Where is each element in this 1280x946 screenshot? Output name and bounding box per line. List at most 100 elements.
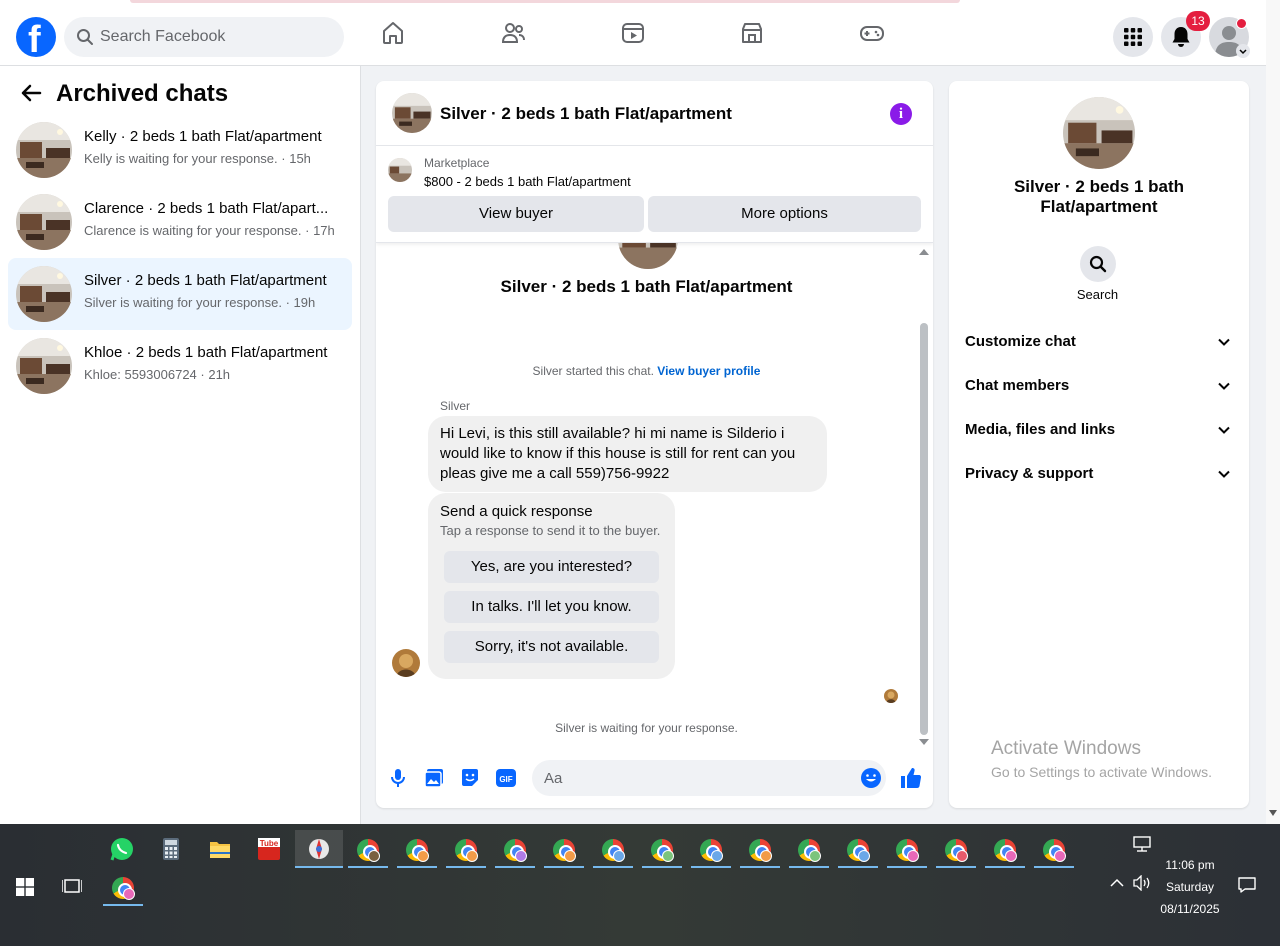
chevron-up-icon[interactable] [1110,878,1124,888]
taskbar-chrome-13[interactable] [936,830,976,868]
conversation-panel: Silver · 2 beds 1 bath Flat/apartment i … [376,81,933,808]
sender-avatar[interactable] [392,649,420,677]
conversation-avatar[interactable] [392,93,432,133]
chat-item-silver[interactable]: Silver · 2 beds 1 bath Flat/apartment Si… [8,258,352,330]
listing-price-title[interactable]: $800 - 2 beds 1 bath Flat/apartment [424,174,631,189]
scroll-up-arrow[interactable] [919,249,929,255]
account-chevron-icon[interactable] [1236,44,1250,58]
system-clock[interactable]: 11:06 pm Saturday 08/11/2025 [1150,854,1230,920]
listing-thumbnail [16,338,72,394]
microphone-icon[interactable] [387,767,409,789]
menu-button[interactable] [1113,17,1153,57]
photo-icon[interactable] [423,767,445,789]
taskbar-active-app[interactable] [295,830,343,868]
search-box[interactable] [64,17,344,57]
view-buyer-profile-link[interactable]: View buyer profile [657,364,760,378]
conversation-intro-name: Silver · 2 beds 1 bath Flat/apartment [500,277,793,296]
chat-item-khloe[interactable]: Khloe · 2 beds 1 bath Flat/apartment Khl… [8,330,352,402]
conversation-intro-avatar [618,243,678,269]
svg-text:Tube: Tube [260,839,279,848]
taskbar-chrome-7[interactable] [642,830,682,868]
back-arrow-icon[interactable] [20,83,42,103]
message-composer: GIF [376,748,933,808]
quick-reply-not-available[interactable]: Sorry, it's not available. [444,631,659,663]
video-icon[interactable] [620,20,646,46]
volume-icon[interactable] [1132,875,1152,891]
scroll-down-arrow[interactable] [919,739,929,745]
view-buyer-button[interactable]: View buyer [388,196,644,232]
details-avatar[interactable] [1063,97,1135,169]
taskbar-chrome-12[interactable] [887,830,927,868]
chevron-down-icon [1218,338,1230,346]
chat-preview: Silver is waiting for your response. · 1… [84,295,316,310]
section-label: Privacy & support [965,465,1094,482]
marketplace-icon[interactable] [739,20,765,46]
details-name: Silver · 2 beds 1 bath Flat/apartment [1013,177,1185,216]
task-view-icon[interactable] [62,876,82,896]
marketplace-label: Marketplace [424,156,490,170]
chat-preview: Khloe: 5593006724 · 21h [84,367,231,382]
conversation-title[interactable]: Silver · 2 beds 1 bath Flat/apartment [440,104,732,124]
action-center-icon[interactable] [1238,876,1256,894]
taskbar-chrome-6[interactable] [593,830,633,868]
taskbar-chrome-9[interactable] [740,830,780,868]
search-in-conversation-button[interactable] [1080,246,1116,282]
gif-icon[interactable]: GIF [495,767,517,789]
home-icon[interactable] [380,20,406,46]
taskbar-chrome-3[interactable] [446,830,486,868]
profile-badge [711,850,723,862]
profile-badge [515,850,527,862]
top-navigation-bar: f 13 [0,0,1266,66]
media-files-links-section[interactable]: Media, files and links [965,413,1235,449]
info-icon[interactable]: i [890,103,912,125]
sticker-icon[interactable] [459,767,481,789]
taskbar-chrome-8[interactable] [691,830,731,868]
section-label: Chat members [965,377,1070,394]
taskbar-chrome-14[interactable] [985,830,1025,868]
message-input[interactable] [532,760,886,796]
taskbar-chrome-5[interactable] [544,830,584,868]
listing-thumbnail-small[interactable] [388,158,412,182]
chat-item-kelly[interactable]: Kelly · 2 beds 1 bath Flat/apartment Kel… [8,114,352,186]
search-input[interactable] [100,17,330,57]
chat-preview-text: Khloe: 5593006724 [84,367,197,382]
taskbar-calculator[interactable] [152,830,190,868]
tube-app-icon: Tube [258,838,280,860]
bell-icon [1172,27,1190,47]
chat-preview: Kelly is waiting for your response. · 15… [84,151,311,166]
taskbar-tube-app[interactable]: Tube [250,830,288,868]
taskbar-chrome-pinned[interactable] [103,868,143,906]
quick-reply-in-talks[interactable]: In talks. I'll let you know. [444,591,659,623]
taskbar-chrome-11[interactable] [838,830,878,868]
more-options-button[interactable]: More options [648,196,921,232]
taskbar-chrome-10[interactable] [789,830,829,868]
page-scrollbar[interactable] [1266,0,1280,824]
chat-item-clarence[interactable]: Clarence · 2 beds 1 bath Flat/apart... C… [8,186,352,258]
privacy-support-section[interactable]: Privacy & support [965,457,1235,493]
taskbar-chrome-2[interactable] [397,830,437,868]
facebook-logo[interactable]: f [16,17,56,61]
chat-name: Clarence · 2 beds 1 bath Flat/apart... [84,200,329,217]
message-sender-name: Silver [440,399,471,413]
chat-members-section[interactable]: Chat members [965,369,1235,405]
chat-preview: Clarence is waiting for your response. ·… [84,223,335,238]
scrollbar-thumb[interactable] [920,323,928,735]
taskbar-chrome-4[interactable] [495,830,535,868]
quick-reply-interested[interactable]: Yes, are you interested? [444,551,659,583]
emoji-icon[interactable] [860,767,882,789]
taskbar-whatsapp[interactable] [103,830,141,868]
gaming-icon[interactable] [859,20,885,46]
windows-start-icon[interactable] [16,878,34,896]
friends-icon[interactable] [500,20,526,46]
message-scrollbar[interactable] [917,249,929,745]
network-icon[interactable] [1132,836,1152,852]
message-list: Silver · 2 beds 1 bath Flat/apartment Si… [376,243,933,748]
customize-chat-section[interactable]: Customize chat [965,325,1235,361]
thumbs-up-icon[interactable] [899,766,923,790]
taskbar-chrome-15[interactable] [1034,830,1074,868]
scroll-down-arrow[interactable] [1269,810,1277,816]
taskbar-file-explorer[interactable] [201,830,239,868]
whatsapp-icon [110,838,133,861]
taskbar-chrome-1[interactable] [348,830,388,868]
section-label: Customize chat [965,333,1076,350]
